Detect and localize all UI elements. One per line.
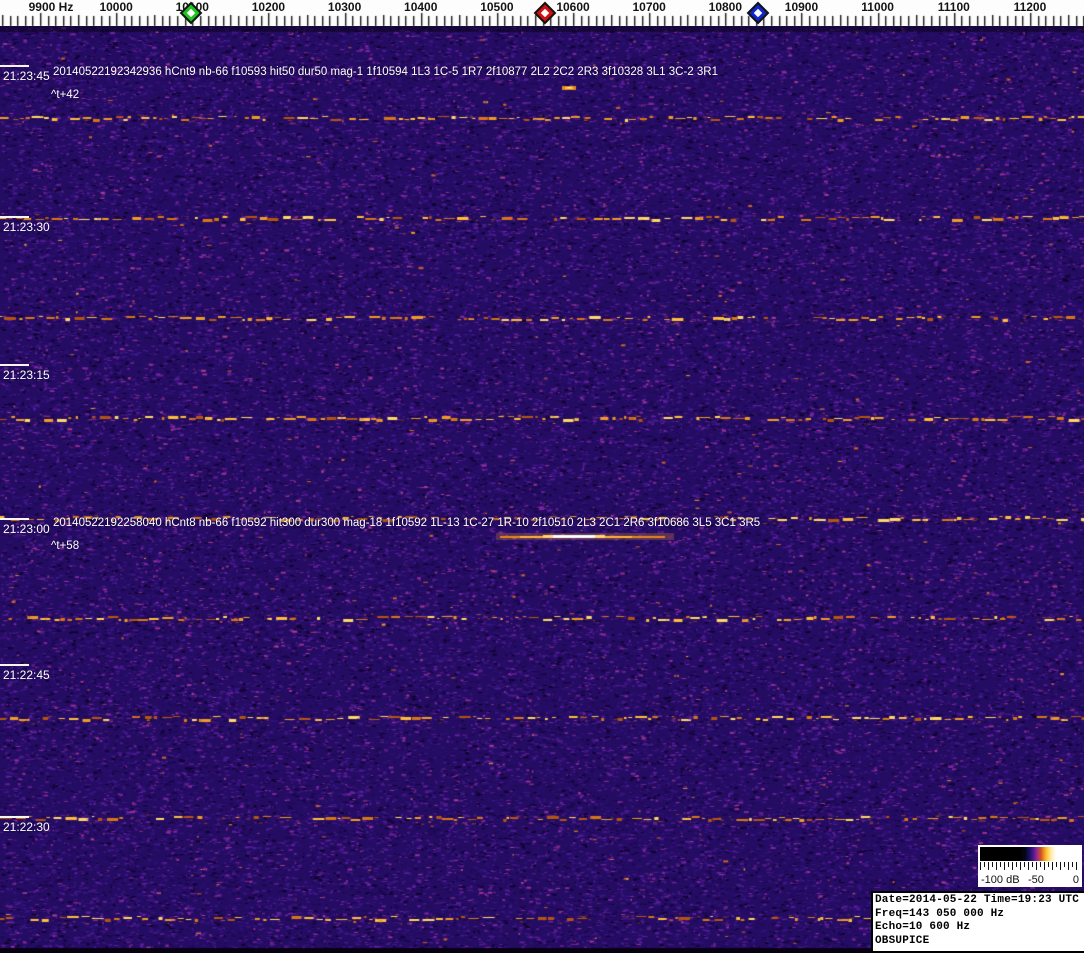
time-tick <box>0 816 29 818</box>
freq-label: 10600 <box>556 0 590 14</box>
colorbar-label-mid: -50 <box>1028 874 1044 886</box>
info-box: Date=2014-05-22 Time=19:23 UTC Freq=143 … <box>871 891 1084 953</box>
time-label: 21:23:30 <box>3 220 50 234</box>
time-tick <box>0 216 29 218</box>
time-tick <box>0 364 29 366</box>
colorbar-tick <box>996 862 997 870</box>
colorbar-tick <box>1072 862 1073 867</box>
colorbar-ticks <box>980 862 1080 871</box>
detection-log-text: 20140522192258040 hCnt8 nb-66 f10592 hit… <box>53 517 761 529</box>
colorbar-tick <box>1048 862 1049 867</box>
marker-core <box>186 8 195 18</box>
colorbar-tick <box>988 862 989 870</box>
info-echo-frequency: Echo=10 600 Hz <box>875 921 971 933</box>
colorbar-tick <box>1076 862 1077 870</box>
freq-label: 11200 <box>1013 0 1047 14</box>
colorbar-tick <box>1028 862 1029 870</box>
detection-time-offset: ^t+58 <box>51 540 80 552</box>
time-label: 21:22:30 <box>3 820 50 834</box>
freq-label: 10400 <box>404 0 438 14</box>
colorbar-tick <box>1000 862 1001 867</box>
colorbar-tick <box>1032 862 1033 867</box>
freq-label: 10000 <box>99 0 133 14</box>
freq-label: 10200 <box>251 0 286 14</box>
colorbar-label-min: -100 dB <box>981 874 1020 886</box>
time-tick <box>0 65 29 67</box>
colorbar-tick <box>1012 862 1013 870</box>
freq-label: 10500 <box>480 0 514 14</box>
freq-label: 11100 <box>937 0 970 14</box>
time-tick <box>0 664 29 666</box>
info-frequency: Freq=143 050 000 Hz <box>875 907 1005 920</box>
frequency-ruler: 9900 Hz100001010010200103001040010500106… <box>0 0 1084 27</box>
marker-core <box>753 8 763 18</box>
colorbar-tick <box>1024 862 1025 867</box>
freq-label: 10900 <box>784 0 819 14</box>
freq-label: 10700 <box>632 0 666 14</box>
info-station-name: OBSUPICE <box>875 934 930 947</box>
colorbar-label-max: 0 <box>1072 874 1079 886</box>
time-label: 21:22:45 <box>3 668 50 682</box>
colorbar-tick <box>1044 862 1045 870</box>
colorbar-tick <box>1064 862 1065 867</box>
detection-log-text: 20140522192342936 hCnt9 nb-66 f10593 hit… <box>53 66 718 78</box>
colorbar-tick <box>1068 862 1069 870</box>
colorbar-tick <box>1020 862 1021 870</box>
spectrogram-waterfall[interactable] <box>0 27 1084 953</box>
freq-label: 10800 <box>708 0 743 14</box>
time-label: 21:23:15 <box>3 368 50 382</box>
colorbar-tick <box>1056 862 1057 867</box>
colorbar-tick <box>1036 862 1037 870</box>
freq-label: 10300 <box>327 0 362 14</box>
colorbar-gradient <box>980 847 1080 861</box>
colorbar-tick <box>992 862 993 867</box>
db-colorbar: -100 dB -50 0 <box>978 845 1082 887</box>
colorbar-tick <box>1040 862 1041 867</box>
freq-label: 11000 <box>861 0 894 14</box>
time-label: 21:23:00 <box>3 522 50 536</box>
colorbar-tick <box>984 862 985 867</box>
detection-time-offset: ^t+42 <box>51 89 80 101</box>
marker-core <box>540 8 550 18</box>
time-label: 21:23:45 <box>3 69 50 83</box>
freq-label: 9900 Hz <box>28 0 74 14</box>
colorbar-tick <box>1052 862 1053 870</box>
colorbar-tick <box>1004 862 1005 870</box>
app-window: 9900 Hz100001010010200103001040010500106… <box>0 0 1084 953</box>
info-date-time: Date=2014-05-22 Time=19:23 UTC <box>875 894 1080 906</box>
colorbar-tick <box>1060 862 1061 870</box>
time-tick <box>0 518 29 520</box>
colorbar-tick <box>980 862 981 870</box>
colorbar-tick <box>1016 862 1017 867</box>
colorbar-tick <box>1008 862 1009 867</box>
